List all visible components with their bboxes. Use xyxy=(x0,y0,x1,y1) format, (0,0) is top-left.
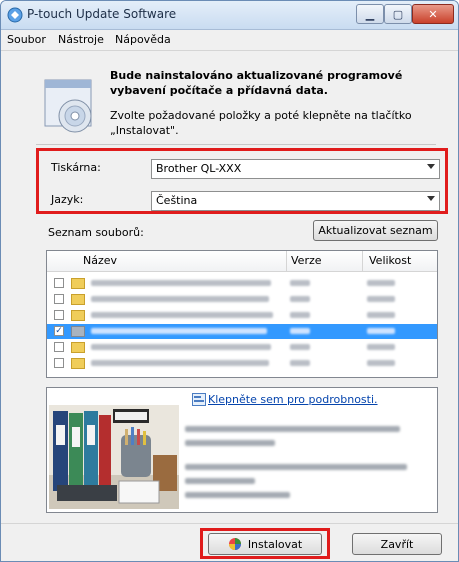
info-icon xyxy=(192,393,206,406)
minimize-icon: ▁ xyxy=(365,7,375,21)
menu-tools[interactable]: Nástroje xyxy=(58,33,104,46)
list-item[interactable] xyxy=(47,308,437,323)
list-item-selected[interactable]: ✓ xyxy=(47,324,437,339)
printer-label: Tiskárna: xyxy=(51,161,101,174)
item-checkbox[interactable] xyxy=(54,278,64,288)
column-size[interactable]: Velikost xyxy=(369,254,411,267)
file-list[interactable]: Název Verze Velikost ✓ xyxy=(46,250,438,378)
close-icon: ✕ xyxy=(428,7,438,21)
printer-select[interactable]: Brother QL-XXX xyxy=(151,159,440,179)
maximize-button[interactable]: ▢ xyxy=(384,4,412,24)
install-button-label: Instalovat xyxy=(247,537,303,551)
item-checkbox[interactable] xyxy=(54,342,64,352)
title-bar[interactable]: P-touch Update Software ▁ ▢ ✕ xyxy=(1,1,458,30)
menu-help[interactable]: Nápověda xyxy=(115,33,171,46)
folder-icon xyxy=(71,326,85,337)
list-item[interactable] xyxy=(47,356,437,371)
menu-bar: Soubor Nástroje Nápověda xyxy=(1,30,458,51)
refresh-list-button[interactable]: Aktualizovat seznam xyxy=(313,220,438,241)
footer-divider xyxy=(1,523,458,524)
list-item[interactable] xyxy=(47,276,437,291)
maximize-icon: ▢ xyxy=(392,7,404,21)
file-list-title: Seznam souborů: xyxy=(48,226,144,239)
item-checkbox[interactable] xyxy=(54,310,64,320)
folder-icon xyxy=(71,294,85,305)
folder-icon xyxy=(71,358,85,369)
folder-icon xyxy=(71,342,85,353)
install-icon xyxy=(228,538,241,550)
column-name[interactable]: Název xyxy=(83,254,117,267)
minimize-button[interactable]: ▁ xyxy=(356,4,384,24)
details-link[interactable]: Klepněte sem pro podrobnosti. xyxy=(208,393,378,406)
list-item[interactable] xyxy=(47,340,437,355)
menu-file[interactable]: Soubor xyxy=(7,33,46,46)
header-bold-text: Bude nainstalováno aktualizované program… xyxy=(110,69,403,97)
folder-icon xyxy=(71,278,85,289)
language-value: Čeština xyxy=(156,194,198,207)
language-label: Jazyk: xyxy=(51,193,84,206)
app-icon xyxy=(7,7,23,23)
printer-value: Brother QL-XXX xyxy=(156,162,242,175)
list-item[interactable] xyxy=(47,292,437,307)
header-divider xyxy=(36,144,436,145)
update-window: P-touch Update Software ▁ ▢ ✕ Soubor Nás… xyxy=(0,0,459,562)
item-checkbox-checked[interactable]: ✓ xyxy=(54,326,64,336)
chevron-down-icon xyxy=(427,196,435,201)
install-button[interactable]: Instalovat xyxy=(208,533,322,555)
header-instruction-text: Zvolte požadované položky a poté klepnět… xyxy=(110,109,412,137)
file-list-header: Název Verze Velikost xyxy=(47,251,437,272)
item-checkbox[interactable] xyxy=(54,294,64,304)
window-title: P-touch Update Software xyxy=(27,7,177,21)
product-image xyxy=(49,405,179,509)
install-disc-icon xyxy=(44,79,92,133)
column-version[interactable]: Verze xyxy=(291,254,322,267)
close-button[interactable]: Zavřít xyxy=(352,533,442,555)
folder-icon xyxy=(71,310,85,321)
language-select[interactable]: Čeština xyxy=(151,191,440,211)
chevron-down-icon xyxy=(427,164,435,169)
close-window-button[interactable]: ✕ xyxy=(412,4,454,24)
item-checkbox[interactable] xyxy=(54,358,64,368)
